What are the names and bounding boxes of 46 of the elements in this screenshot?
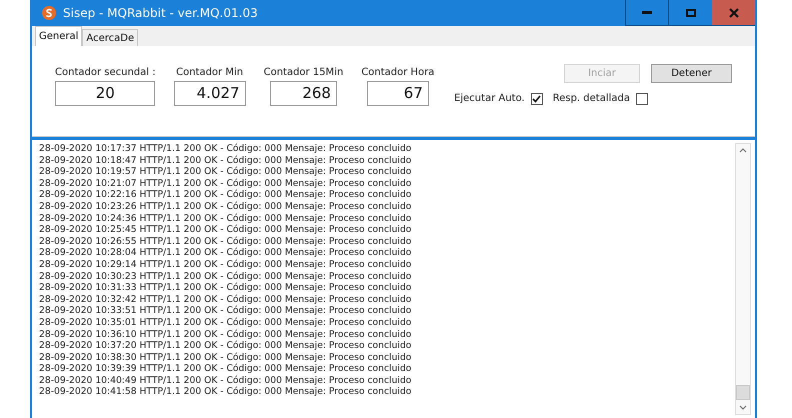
tab[interactable]: General bbox=[35, 26, 82, 46]
close-icon bbox=[728, 8, 738, 18]
log-line: 28-09-2020 10:31:33 HTTP/1.1 200 OK - Código: 000 Mensaje: Proceso concluido bbox=[39, 282, 412, 294]
counter-label: Contador Min bbox=[176, 66, 244, 79]
log-line: 28-09-2020 10:26:55 HTTP/1.1 200 OK - Código: 000 Mensaje: Proceso concluido bbox=[39, 236, 412, 248]
minimize-icon bbox=[642, 11, 652, 14]
log-line: 28-09-2020 10:17:37 HTTP/1.1 200 OK - Código: 000 Mensaje: Proceso concluido bbox=[39, 143, 412, 155]
counter-label: Contador 15Min bbox=[264, 66, 344, 79]
checkmark-icon bbox=[532, 94, 542, 102]
log-line: 28-09-2020 10:25:45 HTTP/1.1 200 OK - Código: 000 Mensaje: Proceso concluido bbox=[39, 224, 412, 236]
scrollbar-thumb[interactable] bbox=[736, 385, 750, 400]
checkbox[interactable] bbox=[636, 92, 648, 104]
tab[interactable]: AcercaDe bbox=[82, 29, 138, 46]
counter-field: 20 bbox=[55, 81, 156, 106]
log-line: 28-09-2020 10:23:26 HTTP/1.1 200 OK - Código: 000 Mensaje: Proceso concluido bbox=[39, 200, 412, 213]
action-button[interactable]: Detener bbox=[651, 64, 732, 83]
checkbox-label: Ejecutar Auto. bbox=[454, 92, 525, 106]
window-title: Sisep - MQRabbit - ver.MQ.01.03 bbox=[63, 5, 258, 22]
log-line: 28-09-2020 10:24:36 HTTP/1.1 200 OK - Código: 000 Mensaje: Proceso concluido bbox=[39, 212, 412, 224]
counter-label: Contador secundal : bbox=[55, 66, 156, 79]
log-line: 28-09-2020 10:33:51 HTTP/1.1 200 OK - Código: 000 Mensaje: Proceso concluido bbox=[39, 305, 412, 317]
log-line: 28-09-2020 10:35:01 HTTP/1.1 200 OK - Código: 000 Mensaje: Proceso concluido bbox=[39, 316, 412, 328]
log-line: 28-09-2020 10:38:30 HTTP/1.1 200 OK - Código: 000 Mensaje: Proceso concluido bbox=[39, 352, 412, 364]
log-line: 28-09-2020 10:21:07 HTTP/1.1 200 OK - Código: 000 Mensaje: Proceso concluido bbox=[39, 178, 412, 190]
log-line: 28-09-2020 10:22:16 HTTP/1.1 200 OK - Código: 000 Mensaje: Proceso concluido bbox=[39, 189, 412, 201]
maximize-icon bbox=[686, 8, 696, 16]
scrollbar[interactable] bbox=[735, 143, 751, 415]
log-line: 28-09-2020 10:36:10 HTTP/1.1 200 OK - Código: 000 Mensaje: Proceso concluido bbox=[39, 328, 412, 340]
counter-field: 268 bbox=[270, 81, 337, 106]
log-line: 28-09-2020 10:29:14 HTTP/1.1 200 OK - Código: 000 Mensaje: Proceso concluido bbox=[39, 258, 412, 271]
counter-label: Contador Hora bbox=[361, 66, 434, 79]
log-line: 28-09-2020 10:32:42 HTTP/1.1 200 OK - Código: 000 Mensaje: Proceso concluido bbox=[39, 294, 412, 306]
log-line: 28-09-2020 10:40:49 HTTP/1.1 200 OK - Código: 000 Mensaje: Proceso concluido bbox=[39, 374, 412, 386]
counter-field: 67 bbox=[366, 81, 429, 106]
log-line: 28-09-2020 10:37:20 HTTP/1.1 200 OK - Código: 000 Mensaje: Proceso concluido bbox=[39, 340, 412, 352]
checkbox[interactable] bbox=[530, 92, 543, 104]
log-line: 28-09-2020 10:28:04 HTTP/1.1 200 OK - Código: 000 Mensaje: Proceso concluido bbox=[39, 247, 412, 259]
log-line: 28-09-2020 10:39:39 HTTP/1.1 200 OK - Código: 000 Mensaje: Proceso concluido bbox=[39, 363, 412, 375]
counter-field: 4.027 bbox=[174, 81, 246, 106]
log-line: 28-09-2020 10:30:23 HTTP/1.1 200 OK - Código: 000 Mensaje: Proceso concluido bbox=[39, 270, 412, 282]
log-line: 28-09-2020 10:19:57 HTTP/1.1 200 OK - Código: 000 Mensaje: Proceso concluido bbox=[39, 166, 412, 178]
log-line: 28-09-2020 10:18:47 HTTP/1.1 200 OK - Código: 000 Mensaje: Proceso concluido bbox=[39, 154, 412, 166]
close-button[interactable] bbox=[712, 0, 755, 25]
checkbox-label: Resp. detallada bbox=[552, 92, 630, 106]
app-logo-icon bbox=[42, 6, 56, 20]
log-line: 28-09-2020 10:41:58 HTTP/1.1 200 OK - Código: 000 Mensaje: Proceso concluido bbox=[39, 386, 412, 398]
